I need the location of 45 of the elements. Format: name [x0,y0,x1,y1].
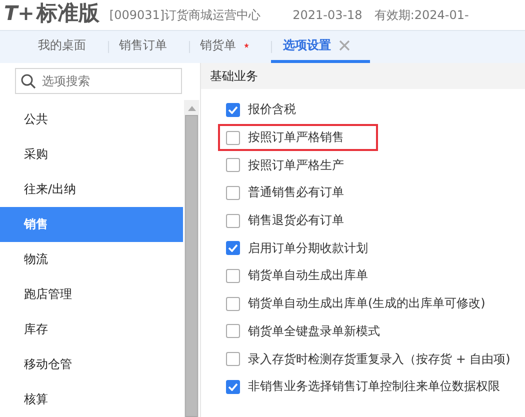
edition-title: 标准版 [36,0,100,27]
option-label: 按照订单严格销售 [248,129,344,146]
option-label: 销货单自动生成出库单(生成的出库单可修改) [248,295,486,312]
checkbox[interactable] [226,296,240,311]
option-label: 启用订单分期收款计划 [248,240,368,257]
search-icon [21,74,36,89]
scroll-up-icon[interactable] [188,106,196,111]
scrollbar-thumb[interactable] [185,115,198,417]
option-label: 销货单自动生成出库单 [248,267,368,284]
sidebar-item[interactable]: 公共 [0,102,183,137]
date-text: 2021-03-18 [292,8,362,22]
sidebar-item[interactable]: 库存 [0,312,183,347]
checkbox[interactable] [226,241,240,256]
sidebar-item[interactable]: 采购 [0,137,183,172]
checkbox[interactable] [226,214,240,228]
checkbox[interactable] [226,102,240,117]
option-label: 销售退货必有订单 [248,212,344,230]
sidebar-item[interactable]: 物流 [0,242,183,277]
checkbox[interactable] [226,130,240,145]
checkbox[interactable] [226,158,240,172]
checkbox[interactable] [226,186,240,200]
option-label: 销货单全键盘录单新模式 [248,322,380,340]
tab[interactable]: 销货单 [190,31,271,63]
validity-text: 有效期:2024-01- [374,6,469,24]
checkbox[interactable] [226,380,240,394]
sidebar-item[interactable]: 核算 [0,382,183,417]
account-name: [009031]订货商城运营中心 [109,6,261,24]
option-label: 非销售业务选择销售订单控制往来单位数据权限 [248,378,500,396]
checkbox[interactable] [226,268,240,283]
section-header: 基础业务 [201,63,525,89]
sidebar-item[interactable]: 跑店管理 [0,277,183,312]
search-field[interactable]: 选项搜索 [15,68,182,94]
tab[interactable]: 我的桌面 [28,31,108,63]
option-label: 普通销售必有订单 [248,184,344,202]
option-label: 录入存货时检测存货重复录入（按存货 + 自由项) [248,350,510,368]
sidebar-item[interactable]: 移动仓管 [0,347,183,382]
option-label: 报价含税 [248,101,296,118]
sidebar-item[interactable]: 销售 [0,207,183,242]
checkbox[interactable] [226,324,240,338]
option-label: 按照订单严格生产 [248,156,344,174]
sidebar-item[interactable]: 往来/出纳 [0,172,183,207]
close-icon[interactable] [339,40,350,51]
checkbox[interactable] [226,352,240,366]
tab[interactable]: 销售订单 [109,31,189,63]
logo: T+ [4,1,34,25]
